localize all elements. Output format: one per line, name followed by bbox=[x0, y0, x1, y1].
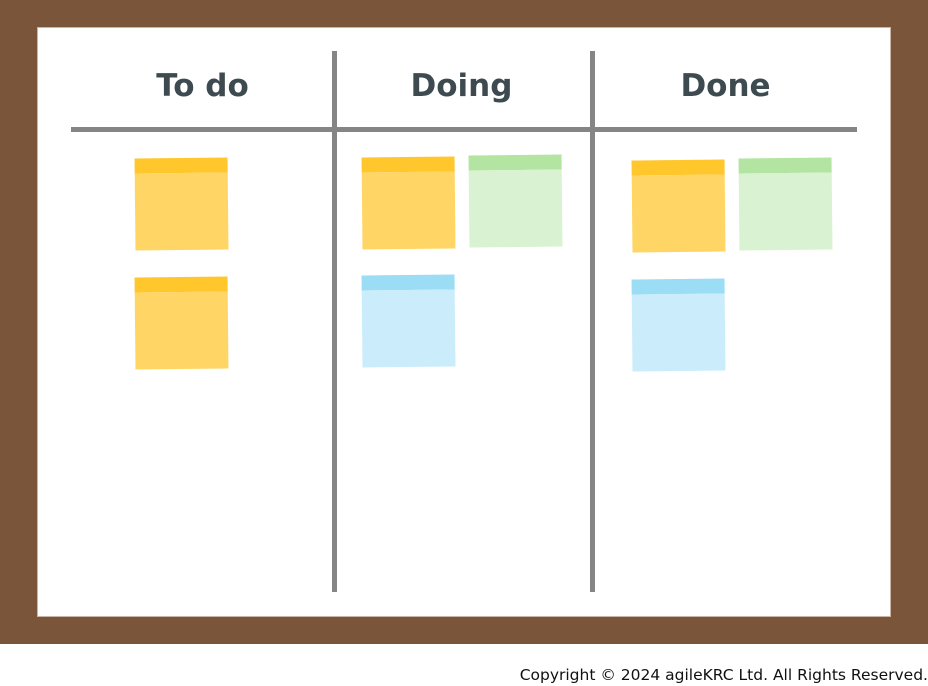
sticky-note-header bbox=[134, 276, 228, 293]
sticky-note-green[interactable] bbox=[468, 154, 563, 248]
column-title-todo: To do bbox=[156, 68, 249, 104]
sticky-note-body bbox=[631, 293, 726, 372]
sticky-note-header bbox=[738, 157, 832, 174]
sticky-note-header bbox=[631, 278, 725, 295]
column-divider-1 bbox=[332, 51, 337, 592]
sticky-note-header bbox=[631, 159, 725, 176]
sticky-note-header bbox=[361, 274, 455, 291]
sticky-note-body bbox=[738, 172, 833, 251]
sticky-note-body bbox=[631, 174, 726, 253]
kanban-board: To do Doing Done bbox=[38, 28, 890, 616]
sticky-note-yellow[interactable] bbox=[361, 156, 456, 250]
sticky-note-green[interactable] bbox=[738, 157, 833, 251]
sticky-note-header bbox=[134, 157, 228, 174]
header-divider bbox=[71, 127, 857, 132]
sticky-note-blue[interactable] bbox=[361, 274, 456, 368]
column-divider-2 bbox=[590, 51, 595, 592]
column-title-done: Done bbox=[680, 68, 771, 104]
sticky-note-yellow[interactable] bbox=[631, 159, 726, 253]
sticky-note-yellow[interactable] bbox=[134, 157, 229, 251]
sticky-note-header bbox=[361, 156, 455, 173]
sticky-note-yellow[interactable] bbox=[134, 276, 229, 370]
sticky-note-blue[interactable] bbox=[631, 278, 726, 372]
sticky-note-body bbox=[468, 169, 563, 248]
sticky-note-header bbox=[468, 154, 562, 171]
sticky-note-body bbox=[361, 171, 456, 250]
column-title-doing: Doing bbox=[410, 68, 513, 104]
copyright-footer: Copyright © 2024 agileKRC Ltd. All Right… bbox=[519, 666, 928, 684]
sticky-note-body bbox=[134, 172, 229, 251]
sticky-note-body bbox=[134, 291, 229, 370]
sticky-note-body bbox=[361, 289, 456, 368]
